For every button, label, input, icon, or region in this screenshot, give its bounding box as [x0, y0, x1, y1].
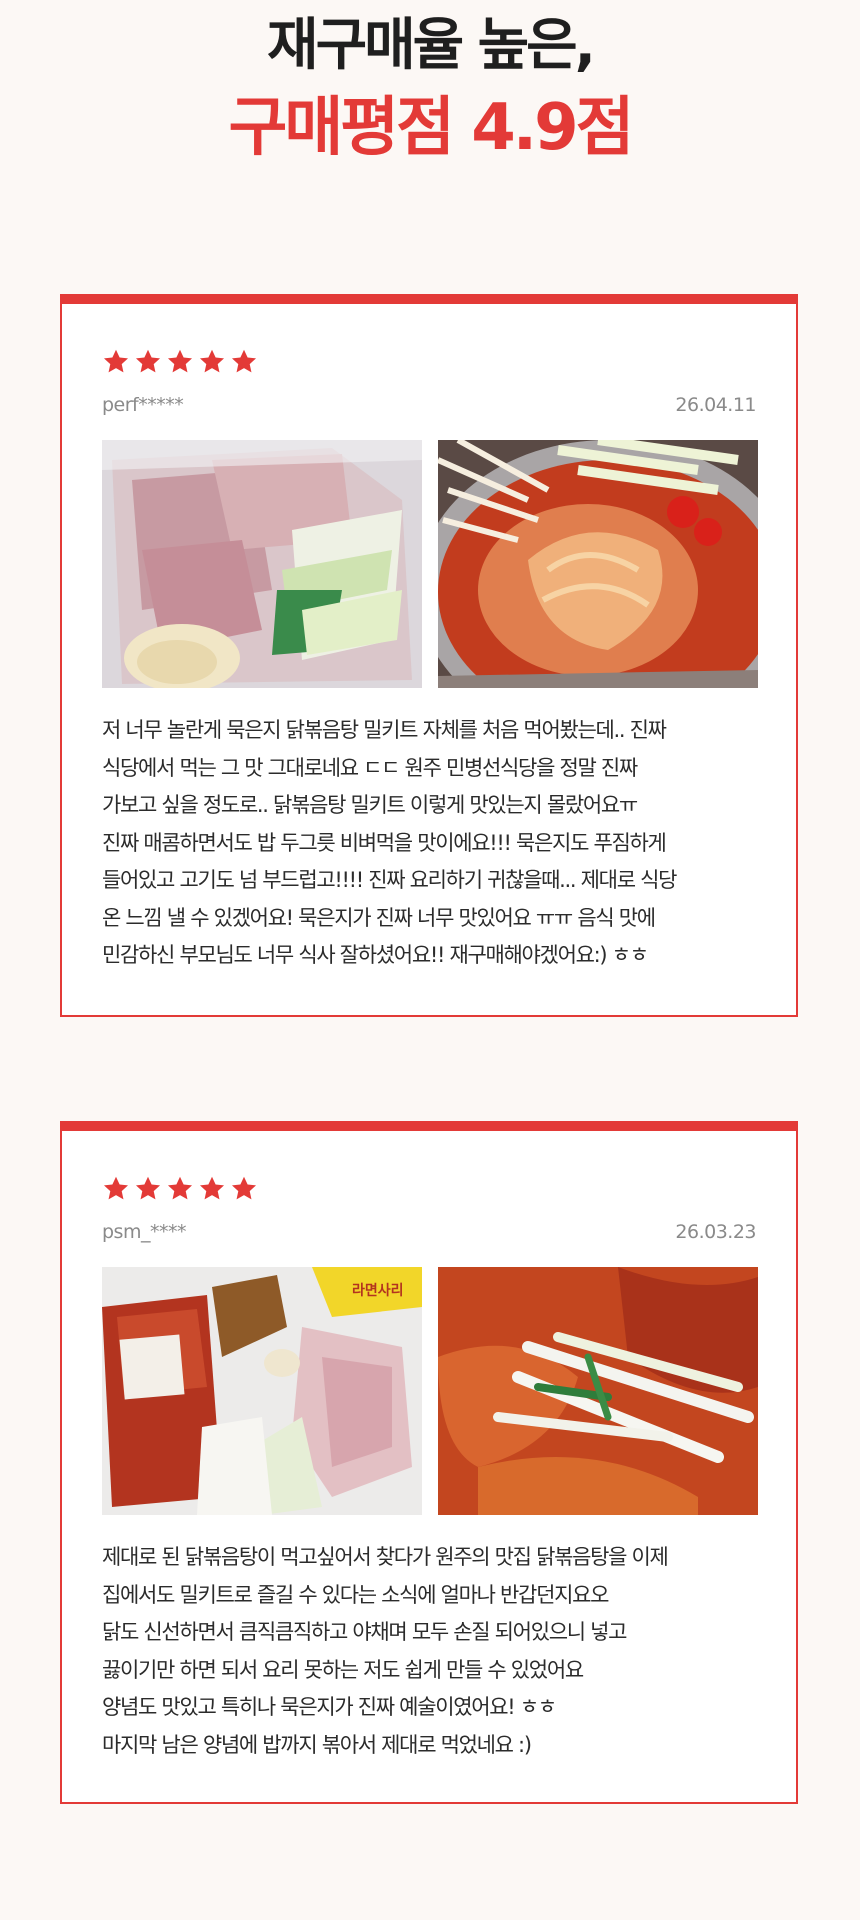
stew-closeup-photo[interactable]: [438, 1267, 758, 1515]
review-text-line: 가보고 싶을 정도로.. 닭볶음탕 밀키트 이렇게 맛있는지 몰랐어요ㅠ: [102, 793, 638, 817]
review-text-line: 민감하신 부모님도 너무 식사 잘하셨어요!! 재구매해야겠어요:) ㅎㅎ: [102, 943, 649, 967]
star-icon: [103, 1176, 129, 1200]
meal-kit-ingredients-photo[interactable]: 라면사리: [102, 1267, 422, 1515]
review-text-line: 제대로 된 닭볶음탕이 먹고싶어서 찾다가 원주의 맛집 닭볶음탕을 이제: [102, 1545, 669, 1569]
star-icon: [135, 1176, 161, 1200]
review-date: 26.04.11: [675, 394, 756, 416]
review-text-line: 집에서도 밀키트로 즐길 수 있다는 소식에 얼마나 반갑던지요오: [102, 1582, 609, 1607]
star-icon: [167, 349, 193, 373]
review-text-line: 온 느낌 낼 수 있겠어요! 묵은지가 진짜 너무 맛있어요 ㅠㅠ 음식 맛에: [102, 905, 656, 930]
headline-line-2: 구매평점 4.9점: [228, 91, 634, 165]
review-date: 26.03.23: [675, 1221, 756, 1243]
star-rating: [102, 1175, 258, 1203]
review-card: psm_**** 26.03.23 라면사리 제대로 된 닭볶음탕이 먹고싶어서…: [60, 1121, 798, 1804]
review-card: perf***** 26.04.11 저 너무 놀란게 묵은지 닭볶음탕 밀키트…: [60, 294, 798, 1017]
star-icon: [199, 1176, 225, 1200]
star-icon: [103, 349, 129, 373]
reviewer-name: perf*****: [102, 394, 184, 416]
review-text-line: 마지막 남은 양념에 밥까지 볶아서 제대로 먹었네요 :): [102, 1732, 532, 1757]
review-text-line: 닭도 신선하면서 큼직큼직하고 야채며 모두 손질 되어있으니 넣고: [102, 1620, 627, 1644]
meal-kit-package-photo[interactable]: [102, 440, 422, 688]
review-text: 저 너무 놀란게 묵은지 닭볶음탕 밀키트 자체를 처음 먹어봤는데.. 진짜 …: [102, 712, 762, 975]
reviewer-name: psm_****: [102, 1221, 186, 1243]
review-text-line: 끓이기만 하면 되서 요리 못하는 저도 쉽게 만들 수 있었어요: [102, 1657, 584, 1682]
star-icon: [199, 349, 225, 373]
review-text-line: 저 너무 놀란게 묵은지 닭볶음탕 밀키트 자체를 처음 먹어봤는데.. 진짜: [102, 718, 667, 742]
star-icon: [231, 1176, 257, 1200]
review-text-line: 진짜 매콤하면서도 밥 두그릇 비벼먹을 맛이에요!!! 묵은지도 푸짐하게: [102, 830, 667, 855]
star-icon: [231, 349, 257, 373]
star-icon: [167, 1176, 193, 1200]
review-text-line: 들어있고 고기도 넘 부드럽고!!!! 진짜 요리하기 귀찮을때... 제대로 …: [102, 868, 677, 892]
ramen-sari-label: 라면사리: [352, 1282, 404, 1299]
review-text-line: 양념도 맛있고 특히나 묵은지가 진짜 예술이였어요! ㅎㅎ: [102, 1695, 557, 1719]
headline-line-1: 재구매율 높은,: [267, 13, 596, 78]
star-icon: [135, 349, 161, 373]
review-text-line: 식당에서 먹는 그 맛 그대로네요 ㄷㄷ 원주 민병선식당을 정말 진짜: [102, 755, 638, 780]
cooked-stew-pot-photo[interactable]: [438, 440, 758, 688]
review-text: 제대로 된 닭볶음탕이 먹고싶어서 찾다가 원주의 맛집 닭볶음탕을 이제 집에…: [102, 1539, 762, 1764]
star-rating: [102, 348, 258, 376]
